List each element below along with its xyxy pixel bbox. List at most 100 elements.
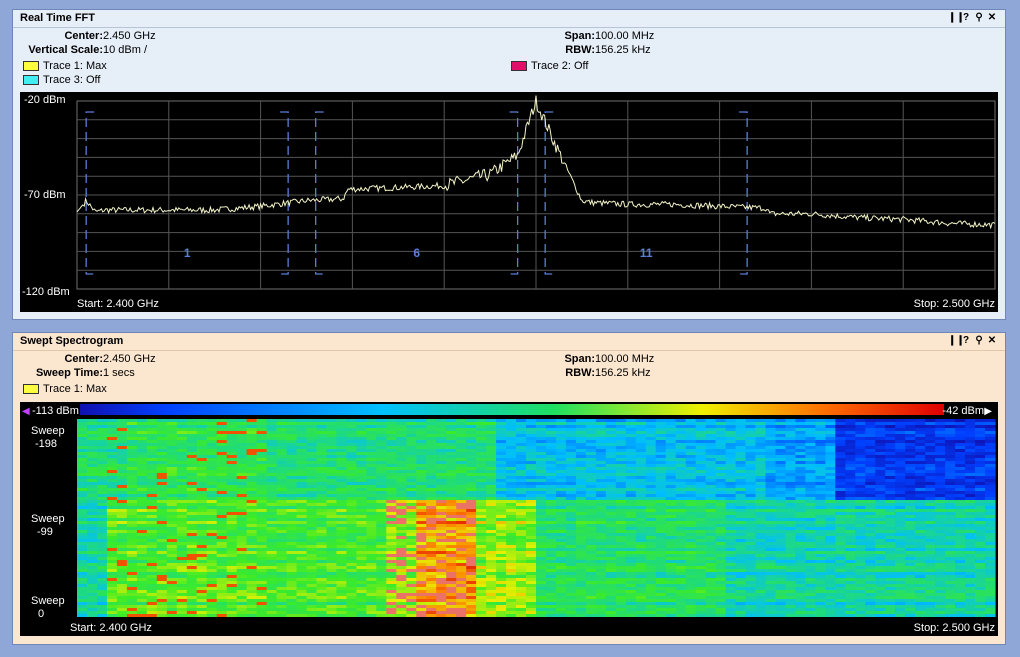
spectrogram-cell [216,524,228,527]
spectrogram-cell [705,449,717,452]
spectrogram-cell [346,476,357,479]
spectrogram-cell [585,545,597,548]
spectrogram-cell [196,536,208,539]
spectrogram-cell [316,476,328,479]
spectrogram-cell [765,518,777,521]
spectrogram-cell [246,509,258,512]
spectrogram-cell [276,467,288,470]
spectrogram-cell [675,551,687,554]
spectrogram-cell [356,449,367,452]
spectrogram-cell [176,524,188,527]
spectrogram-cell [466,578,477,581]
spectrogram-cell [346,563,357,566]
spectrogram-cell [326,563,338,566]
spectrogram-cell [805,428,816,431]
spectrogram-cell [655,485,667,488]
spectrogram-cell [665,449,677,452]
spectrogram-cell [665,518,677,521]
close-icon[interactable]: ✕ [987,12,997,24]
spectrogram-cell [536,563,547,566]
spectrogram-cell [785,488,797,491]
trace-1-legend[interactable]: Trace 1: Max [23,60,107,72]
scale-right-arrow-icon[interactable]: ▶ [984,406,992,417]
spectrogram-cell [835,563,846,566]
spectrogram-cell [905,572,916,575]
spectrogram-cell [136,446,148,449]
spectrogram-cell [376,419,387,422]
spectrogram-cell [266,551,278,554]
spectrogram-cell [526,575,537,578]
spectrogram-cell [835,539,846,542]
spectrogram-cell [486,515,497,518]
spectrogram-trace-1-legend[interactable]: Trace 1: Max [23,383,107,395]
spectrogram-cell [565,482,577,485]
spectrogram-cell [106,557,118,560]
spectrogram-cell [266,545,278,548]
spectrogram-cell [286,494,298,497]
spectrogram-cell [675,431,687,434]
spectrogram-cell [266,518,278,521]
spectrogram-cell [755,569,767,572]
spectrogram-cell [865,419,876,422]
spectrogram-cell [506,500,517,503]
spectrogram-cell [845,446,856,449]
spectrogram-cell [336,431,347,434]
spectrogram-cell [236,542,248,545]
spectrogram-cell [326,545,338,548]
spectrogram-cell [905,539,916,542]
spectrogram-cell [506,551,517,554]
zoom-icon[interactable]: ⚲ [974,335,984,347]
spectrogram-cell [77,476,88,479]
fft-titlebar[interactable]: Real Time FFT ❙❙ ? ⚲ ✕ [13,10,1005,28]
spectrogram-cell [925,521,936,524]
spectrogram-cell [176,557,188,560]
spectrogram-cell [795,551,806,554]
spectrogram-cell [825,440,836,443]
spectrogram-cell [565,518,577,521]
spectrogram-cell [126,449,138,452]
spectrogram-cell [206,440,218,443]
spectrogram-cell [436,485,447,488]
spectrogram-cell [585,428,597,431]
spectrogram-cell [316,488,328,491]
spectrogram-cell [885,494,896,497]
scale-left-arrow-icon[interactable]: ◀ [22,406,30,417]
spectrogram-cell [256,551,268,554]
pause-icon[interactable]: ❙❙ [948,335,965,347]
fft-plot[interactable]: 1 6 11 -20 dBm -70 dBm -120 dBm Start: 2.4… [20,92,998,312]
spectrogram-cell [605,464,617,467]
color-scale-bar[interactable] [80,404,944,415]
spectrogram-cell [556,479,567,482]
spectrogram-cell [276,437,288,440]
spectrogram-cell [615,524,627,527]
spectrogram-cell [466,533,477,536]
pause-icon[interactable]: ❙❙ [948,12,965,24]
spectrogram-cell [556,434,567,437]
spectrogram-cell [735,575,747,578]
help-icon[interactable]: ? [961,12,971,24]
spectrogram-cell [156,470,168,473]
spectrogram-cell [266,512,278,515]
spectrogram-titlebar[interactable]: Swept Spectrogram ❙❙ ? ⚲ ✕ [13,333,1005,351]
spectrogram-cell [466,509,477,512]
trace-2-legend[interactable]: Trace 2: Off [511,60,588,72]
spectrogram-cell [236,458,248,461]
zoom-icon[interactable]: ⚲ [974,12,984,24]
spectrogram-cell [955,545,966,548]
spectrogram-cell [536,527,547,530]
spectrogram-cell [585,479,597,482]
spectrogram-cell [775,512,787,515]
spectrogram-cell [396,575,407,578]
spectrogram-cell [186,548,198,551]
help-icon[interactable]: ? [961,335,971,347]
spectrogram-cell [126,443,138,446]
spectrogram-cell [915,494,926,497]
trace-3-legend[interactable]: Trace 3: Off [23,74,100,86]
spectrogram-cell [765,479,777,482]
spectrogram-cell [376,485,387,488]
spectrogram-plot[interactable]: ◀ ▶ -113 dBm -42 dBm Sweep -198 Sweep -9… [20,402,998,636]
spectrogram-cell [975,458,986,461]
spectrogram-cell [945,530,956,533]
close-icon[interactable]: ✕ [987,335,997,347]
spectrogram-cell [176,500,188,503]
